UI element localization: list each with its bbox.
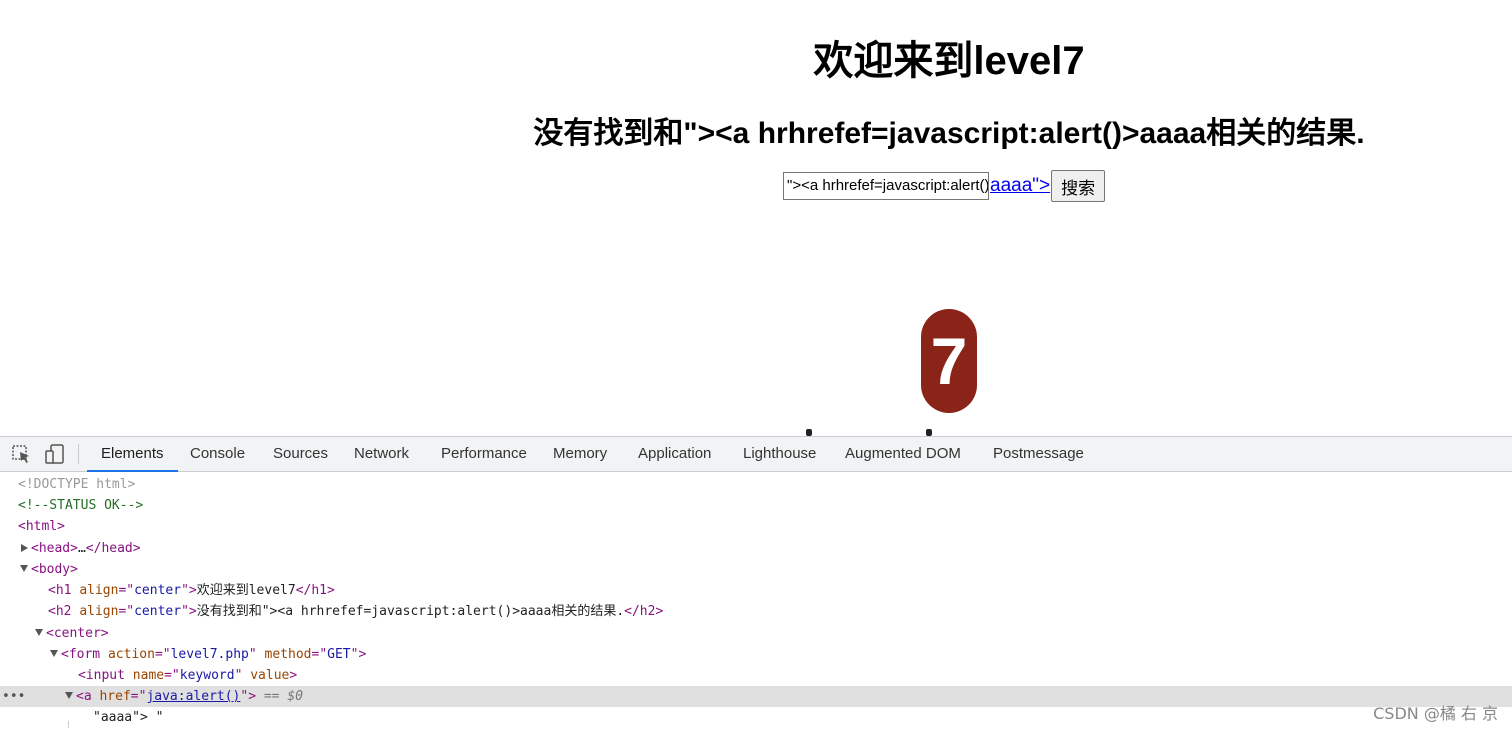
collapse-triangle-icon[interactable] bbox=[65, 692, 73, 699]
expand-triangle-icon[interactable] bbox=[21, 543, 28, 552]
result-message: 没有找到和"><a hrhrefef=javascript:alert()>aa… bbox=[533, 117, 1365, 150]
tab-augmented-dom[interactable]: Augmented DOM bbox=[845, 437, 961, 471]
dom-line-anchor-selected[interactable]: ••• <a href="java:alert()"> == $0 bbox=[0, 686, 1512, 707]
toolbar-divider bbox=[78, 444, 79, 464]
tab-console[interactable]: Console bbox=[190, 437, 245, 471]
dom-line-head[interactable]: <head>…</head> bbox=[0, 538, 1512, 559]
dom-line-h2[interactable]: <h2 align="center">没有找到和"><a hrhrefef=ja… bbox=[0, 601, 1512, 622]
dom-line-input[interactable]: <input name="keyword" value> bbox=[0, 665, 1512, 686]
dom-line-form[interactable]: <form action="level7.php" method="GET"> bbox=[0, 644, 1512, 665]
dom-line-comment[interactable]: <!--STATUS OK--> bbox=[0, 495, 1512, 516]
dom-line-html[interactable]: <html> bbox=[0, 516, 1512, 537]
collapse-triangle-icon[interactable] bbox=[35, 629, 43, 636]
tab-lighthouse[interactable]: Lighthouse bbox=[743, 437, 816, 471]
watermark: CSDN @橘 右 京 bbox=[1373, 704, 1498, 723]
tab-sources[interactable]: Sources bbox=[273, 437, 328, 471]
inspect-element-icon[interactable] bbox=[11, 444, 33, 464]
page-fragment bbox=[806, 429, 812, 436]
tab-network[interactable]: Network bbox=[354, 437, 409, 471]
level-logo: 7 bbox=[921, 309, 977, 413]
dom-line-center[interactable]: <center> bbox=[0, 623, 1512, 644]
page-fragment bbox=[926, 429, 932, 436]
collapse-triangle-icon[interactable] bbox=[50, 650, 58, 657]
device-toolbar-icon[interactable] bbox=[44, 444, 66, 464]
page-heading: 欢迎来到level7 bbox=[813, 39, 1085, 83]
injected-link[interactable]: aaaa"> bbox=[990, 175, 1050, 197]
more-options-icon[interactable]: ••• bbox=[2, 686, 25, 707]
dom-tree: <!DOCTYPE html> <!--STATUS OK--> <html> … bbox=[0, 472, 1512, 729]
href-link[interactable]: java:alert() bbox=[146, 689, 240, 704]
tab-elements[interactable]: Elements bbox=[87, 437, 177, 472]
indent-guide bbox=[68, 721, 69, 728]
tab-memory[interactable]: Memory bbox=[553, 437, 607, 471]
dom-line-h1[interactable]: <h1 align="center">欢迎来到level7</h1> bbox=[0, 580, 1512, 601]
devtools-panel: Elements Console Sources Network Perform… bbox=[0, 436, 1512, 729]
search-form: "><a hrhrefef=javascript:alert()>aaaa aa… bbox=[783, 170, 1106, 202]
keyword-input[interactable]: "><a hrhrefef=javascript:alert()>aaaa bbox=[783, 172, 989, 200]
dom-line-doctype[interactable]: <!DOCTYPE html> bbox=[0, 474, 1512, 495]
collapse-triangle-icon[interactable] bbox=[20, 565, 28, 572]
tab-performance[interactable]: Performance bbox=[441, 437, 527, 471]
devtools-tabbar: Elements Console Sources Network Perform… bbox=[0, 437, 1512, 472]
search-button[interactable]: 搜索 bbox=[1051, 170, 1106, 202]
dom-line-text-node[interactable]: "aaaa"> " bbox=[0, 707, 1512, 728]
rendered-page: 欢迎来到level7 没有找到和"><a hrhrefef=javascript… bbox=[0, 0, 1512, 436]
dom-line-body[interactable]: <body> bbox=[0, 559, 1512, 580]
level-number: 7 bbox=[930, 324, 968, 398]
tab-application[interactable]: Application bbox=[638, 437, 711, 471]
tab-postmessage[interactable]: Postmessage bbox=[993, 437, 1084, 471]
